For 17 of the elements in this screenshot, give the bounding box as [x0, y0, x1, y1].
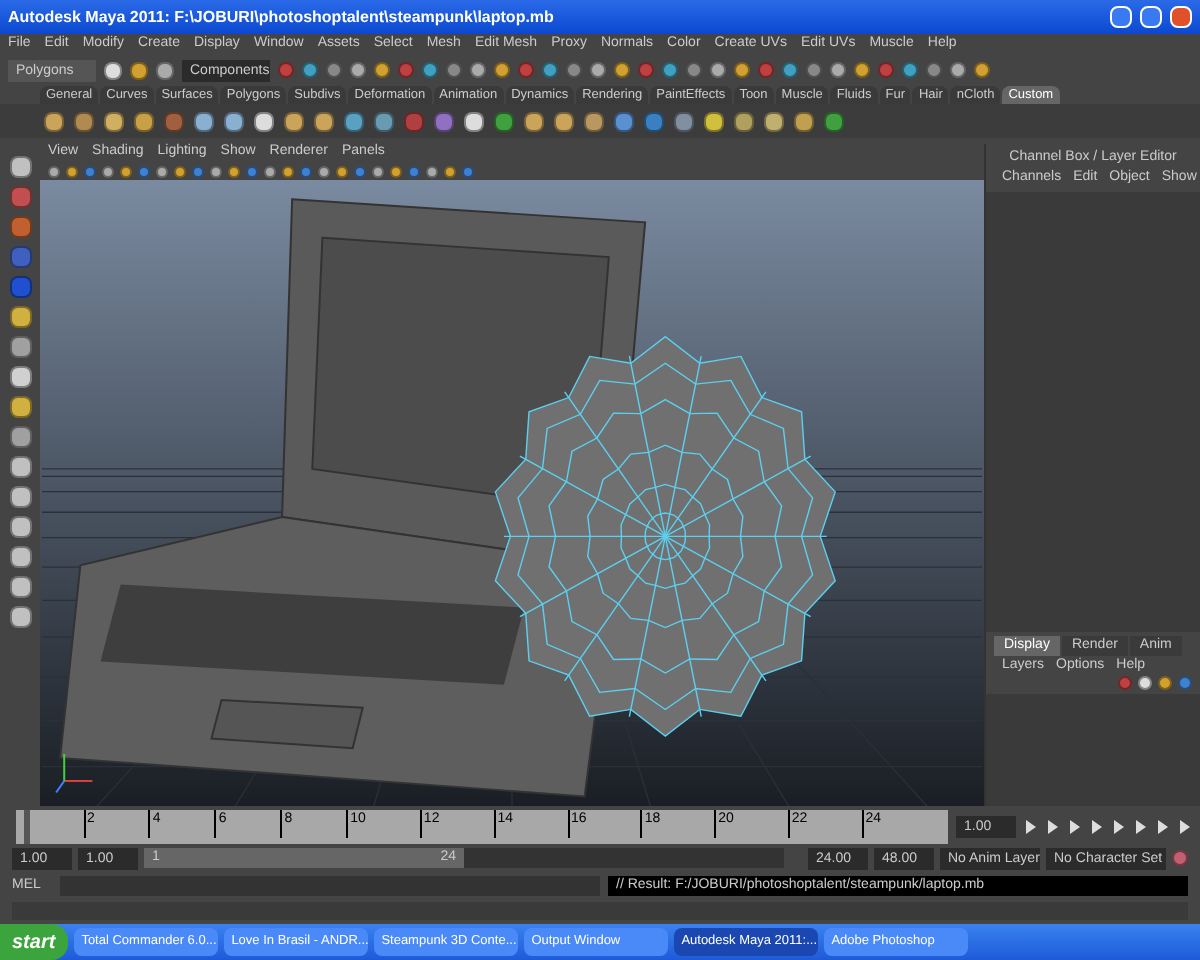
tool-icon[interactable] — [9, 576, 31, 598]
tool-icon[interactable] — [9, 396, 31, 418]
tool-icon[interactable] — [9, 606, 31, 628]
tool-icon[interactable] — [9, 546, 31, 568]
tool-icon[interactable] — [9, 426, 31, 448]
window-title: Autodesk Maya 2011: F:\JOBURI\photoshoptalent\steampunk\laptop.mb — [8, 5, 556, 29]
tool-icon[interactable] — [9, 156, 31, 178]
tool-icon[interactable] — [9, 336, 31, 358]
tool-icon[interactable] — [9, 366, 31, 388]
tool-icon[interactable] — [9, 516, 31, 538]
tool-icon[interactable] — [9, 486, 31, 508]
axis-icon — [55, 753, 94, 794]
start-button[interactable]: start — [0, 924, 68, 960]
tool-icon[interactable] — [9, 306, 31, 328]
tool-icon[interactable] — [9, 456, 31, 478]
close-icon[interactable] — [1170, 6, 1192, 28]
playhead-marker[interactable] — [24, 809, 30, 843]
